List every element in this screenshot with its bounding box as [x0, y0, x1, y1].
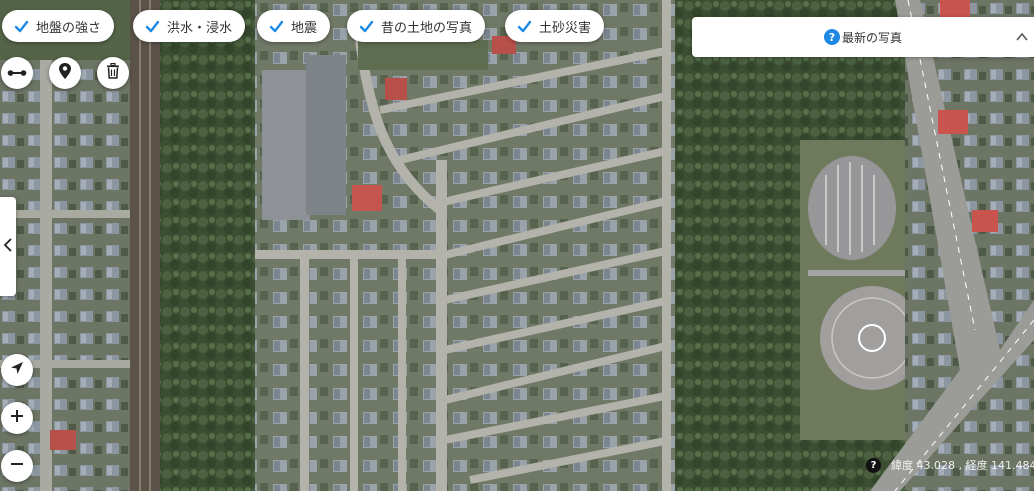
zoom-out-button[interactable]	[1, 450, 33, 482]
aerial-map[interactable]	[0, 0, 1034, 491]
map-pin-icon	[58, 62, 72, 84]
chip-label: 昔の土地の写真	[381, 20, 473, 36]
chip-landslide[interactable]: 土砂災害	[505, 10, 605, 42]
zoom-in-button[interactable]	[1, 402, 33, 434]
chevron-left-icon	[3, 237, 13, 257]
side-panel-toggle[interactable]	[0, 197, 16, 296]
coordinates-text: 緯度 43.028 , 経度 141.484	[891, 459, 1034, 472]
plus-icon	[9, 408, 25, 428]
check-icon	[269, 19, 284, 34]
chip-ground-strength[interactable]: 地盤の強さ	[2, 10, 115, 42]
chip-label: 地震	[291, 20, 318, 36]
check-icon	[145, 19, 160, 34]
check-icon	[359, 19, 374, 34]
trash-icon	[106, 62, 120, 83]
check-icon	[517, 19, 532, 34]
minus-icon	[9, 456, 25, 476]
chip-label: 土砂災害	[539, 20, 592, 36]
chip-label: 洪水・浸水	[167, 20, 233, 36]
pin-button[interactable]	[49, 57, 81, 89]
photo-panel-title: 最新の写真	[841, 30, 902, 45]
delete-button[interactable]	[97, 57, 129, 89]
distance-measure-icon	[7, 64, 27, 83]
help-icon[interactable]: ?	[823, 29, 840, 45]
chip-old-land-photos[interactable]: 昔の土地の写真	[347, 10, 486, 42]
chip-flood[interactable]: 洪水・浸水	[133, 10, 246, 42]
chip-earthquake[interactable]: 地震	[257, 10, 331, 42]
locate-button[interactable]	[1, 354, 33, 386]
chevron-up-icon[interactable]	[1014, 29, 1030, 45]
measure-button[interactable]	[1, 57, 33, 89]
chip-label: 地盤の強さ	[36, 20, 102, 36]
coordinates-readout: ? 緯度 43.028 , 経度 141.484	[866, 455, 1034, 475]
help-icon[interactable]: ?	[866, 457, 881, 473]
latest-photo-panel[interactable]: ? 最新の写真	[692, 17, 1034, 57]
locate-arrow-icon	[9, 360, 25, 380]
check-icon	[14, 19, 29, 34]
